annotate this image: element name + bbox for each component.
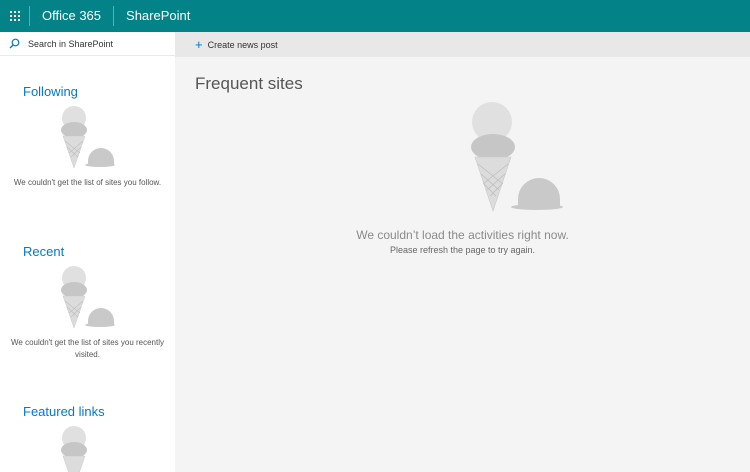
recent-section: Recent We couldn't get the list of sites… <box>0 244 175 361</box>
following-heading[interactable]: Following <box>23 84 175 99</box>
main-content: Frequent sites We couldn’t load the acti… <box>175 57 750 472</box>
error-title: We couldn’t load the activities right no… <box>356 228 569 242</box>
search-input[interactable]: Search in SharePoint <box>28 39 113 49</box>
search-icon[interactable] <box>0 32 28 56</box>
suite-bar: Office 365 SharePoint <box>0 0 750 32</box>
recent-error-message: We couldn't get the list of sites you re… <box>10 338 164 359</box>
create-news-post-button[interactable]: Create news post <box>208 40 278 50</box>
app-launcher-button[interactable] <box>0 0 29 32</box>
left-rail: Search in SharePoint Following We couldn… <box>0 32 175 472</box>
office365-link[interactable]: Office 365 <box>30 0 113 32</box>
plus-icon[interactable]: + <box>195 38 203 51</box>
ice-cream-illustration <box>0 423 175 472</box>
following-error-message: We couldn't get the list of sites you fo… <box>13 178 162 187</box>
following-section: Following We couldn't get the list of si… <box>0 84 175 189</box>
featured-links-section: Featured links <box>0 404 175 472</box>
ice-cream-illustration <box>0 103 175 169</box>
command-bar: + Create news post <box>175 32 750 57</box>
featured-links-heading[interactable]: Featured links <box>23 404 175 419</box>
ice-cream-illustration <box>466 101 576 218</box>
search-box[interactable]: Search in SharePoint <box>0 32 175 56</box>
sharepoint-link[interactable]: SharePoint <box>114 0 202 32</box>
error-detail: Please refresh the page to try again. <box>389 245 536 255</box>
waffle-icon <box>9 11 20 21</box>
recent-heading[interactable]: Recent <box>23 244 175 259</box>
ice-cream-illustration <box>0 263 175 329</box>
page-title: Frequent sites <box>195 74 303 93</box>
